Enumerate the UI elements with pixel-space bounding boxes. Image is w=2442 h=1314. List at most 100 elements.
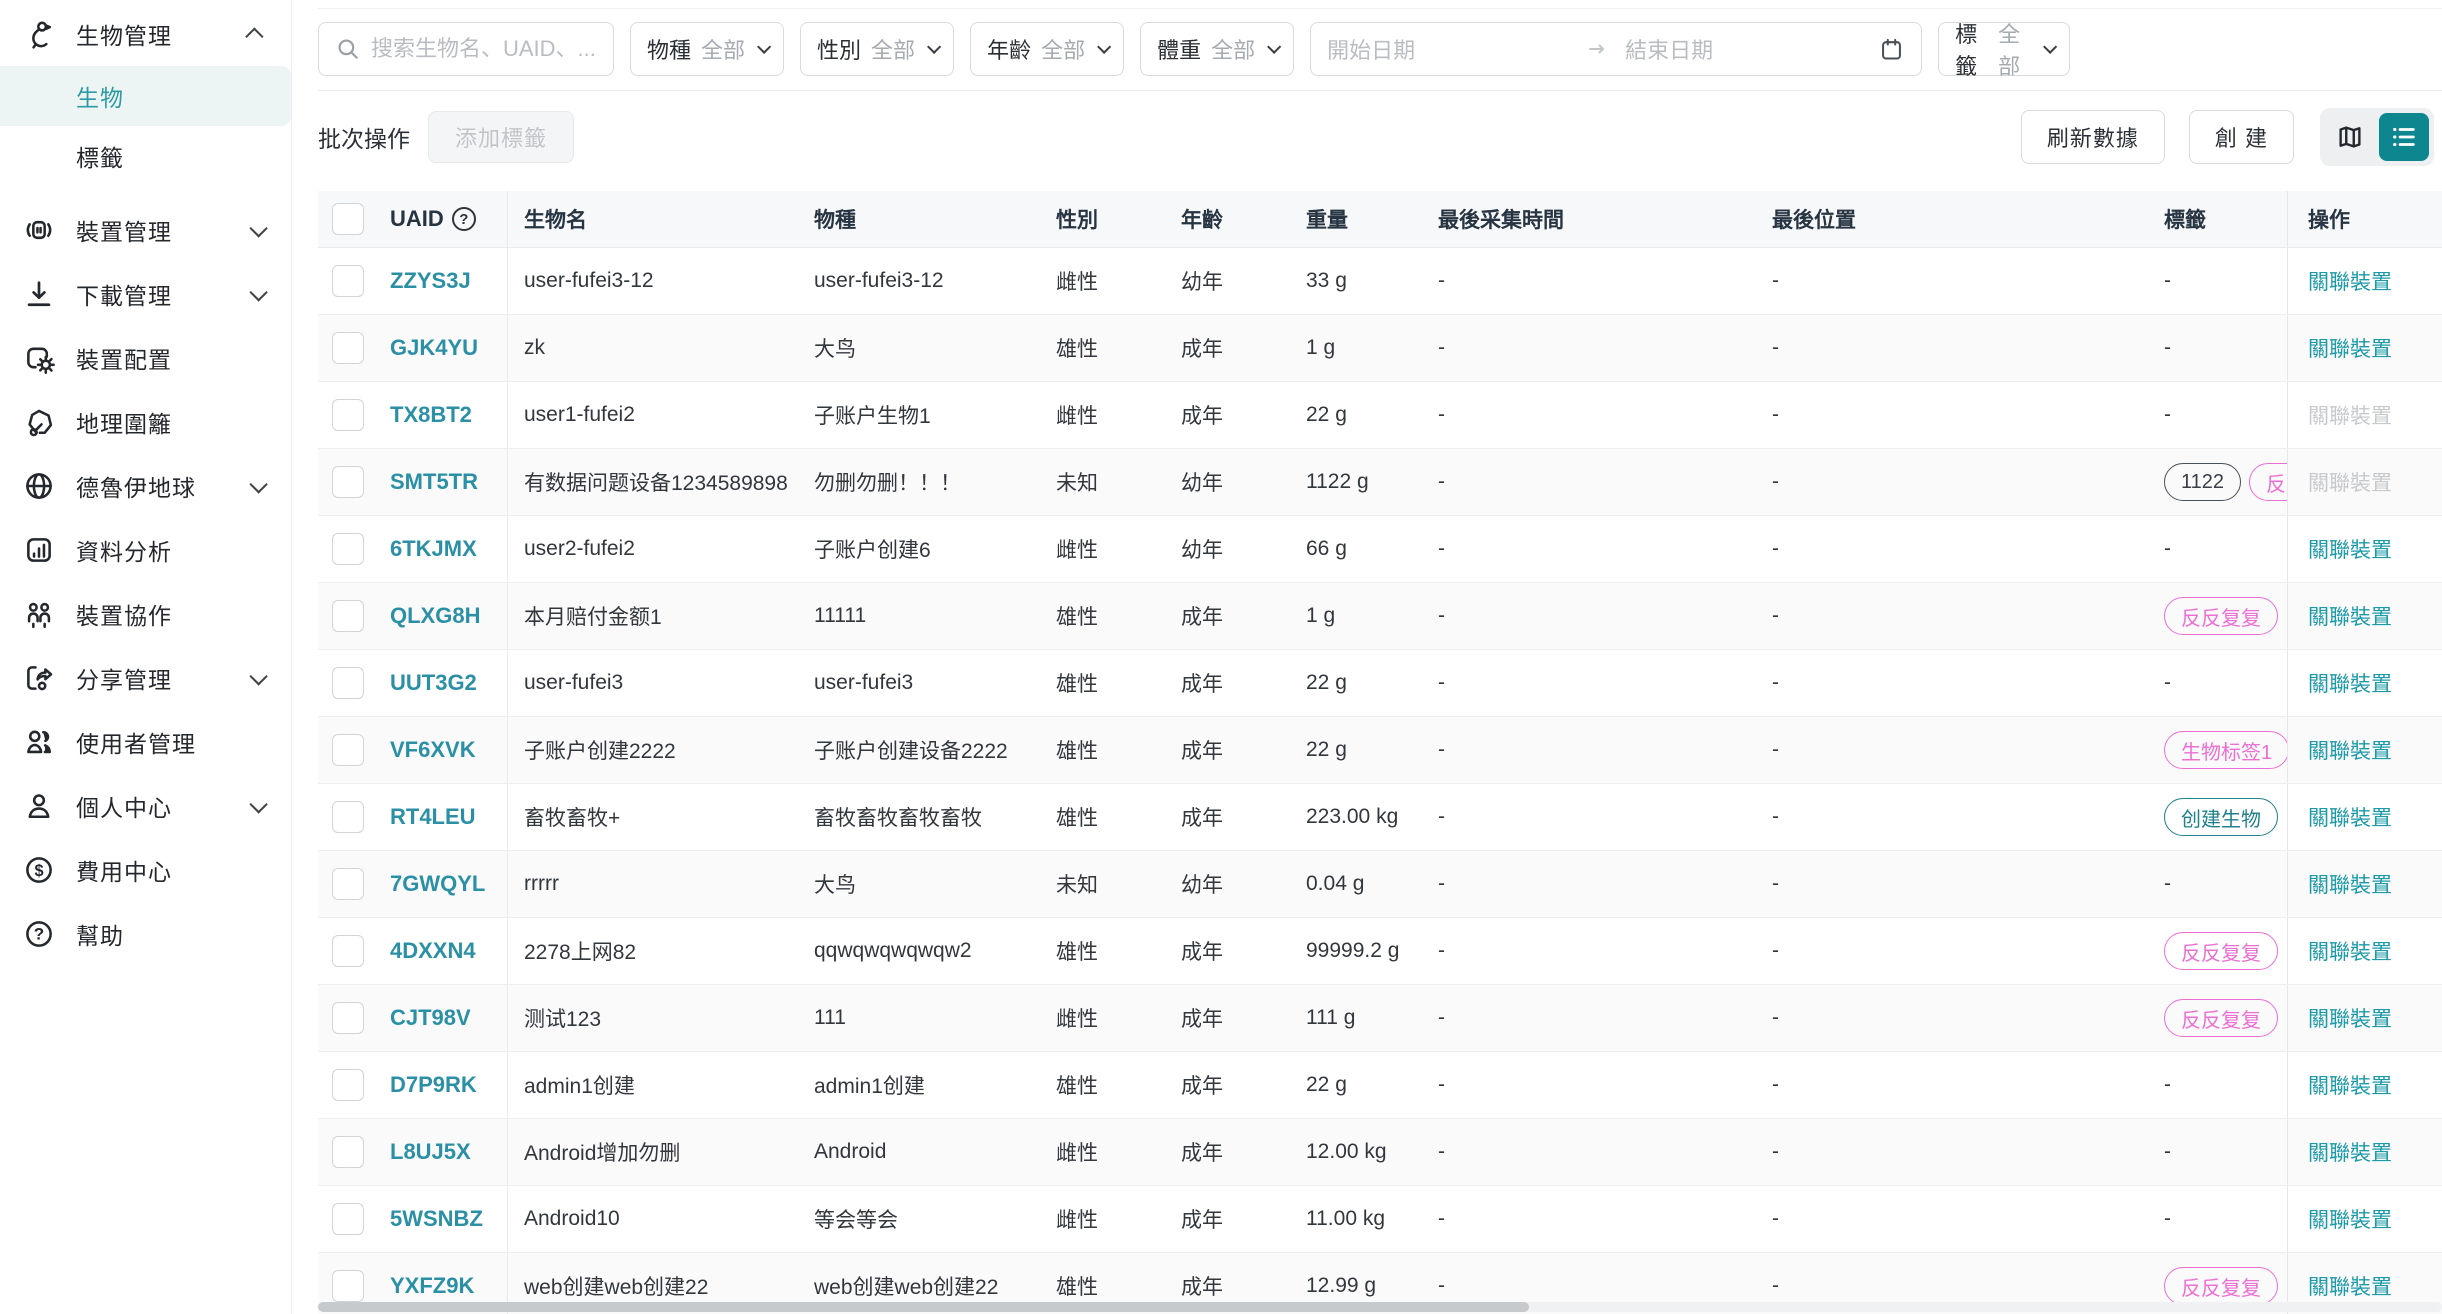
map-view-button[interactable] — [2325, 113, 2375, 161]
sidebar-item[interactable]: ? 幫助 — [0, 902, 291, 966]
row-checkbox[interactable] — [332, 265, 364, 297]
row-checkbox[interactable] — [332, 332, 364, 364]
filter-value: 全部 — [1211, 33, 1255, 65]
associate-device-link[interactable]: 關聯裝置 — [2308, 1204, 2392, 1234]
uaid-link[interactable]: SMT5TR — [382, 449, 508, 515]
associate-device-link[interactable]: 關聯裝置 — [2308, 869, 2392, 899]
associate-device-link[interactable]: 關聯裝置 — [2308, 400, 2392, 430]
associate-device-link[interactable]: 關聯裝置 — [2308, 1137, 2392, 1167]
sidebar-item[interactable]: 個人中心 — [0, 774, 291, 838]
sidebar-item[interactable]: 使用者管理 — [0, 710, 291, 774]
checkbox-cell — [318, 449, 382, 515]
uaid-link[interactable]: GJK4YU — [382, 315, 508, 381]
add-tag-button[interactable]: 添加標籤 — [428, 111, 574, 163]
search-icon — [335, 36, 361, 62]
filter-select[interactable]: 年齡 全部 — [970, 22, 1124, 76]
cell-species: admin1创建 — [798, 1052, 1040, 1118]
sidebar-subitem[interactable]: 生物 — [0, 66, 291, 126]
cell-species: user-fufei3 — [798, 650, 1040, 716]
sidebar-item[interactable]: $ 費用中心 — [0, 838, 291, 902]
row-checkbox[interactable] — [332, 801, 364, 833]
cell-age: 幼年 — [1165, 516, 1290, 582]
row-checkbox[interactable] — [332, 1203, 364, 1235]
action-cell: 關聯裝置 — [2287, 1186, 2442, 1252]
uaid-help-icon[interactable]: ? — [452, 207, 476, 231]
associate-device-link[interactable]: 關聯裝置 — [2308, 936, 2392, 966]
share-icon — [22, 661, 56, 695]
row-checkbox[interactable] — [332, 1002, 364, 1034]
cell-name: 子账户创建2222 — [508, 717, 798, 783]
uaid-link[interactable]: CJT98V — [382, 985, 508, 1051]
filter-select[interactable]: 性別 全部 — [800, 22, 954, 76]
chevron-down-icon — [1267, 40, 1281, 54]
uaid-link[interactable]: QLXG8H — [382, 583, 508, 649]
cell-weight: 11.00 kg — [1290, 1186, 1422, 1252]
uaid-link[interactable]: D7P9RK — [382, 1052, 508, 1118]
cell-species: 大鸟 — [798, 851, 1040, 917]
cell-name: user1-fufei2 — [508, 382, 798, 448]
cell-last-time: - — [1422, 851, 1756, 917]
select-all-checkbox[interactable] — [332, 203, 364, 235]
sidebar-item[interactable]: 裝置協作 — [0, 582, 291, 646]
associate-device-link[interactable]: 關聯裝置 — [2308, 1003, 2392, 1033]
associate-device-link[interactable]: 關聯裝置 — [2308, 266, 2392, 296]
filter-select[interactable]: 物種 全部 — [630, 22, 784, 76]
tags-cell: - — [2146, 516, 2287, 582]
associate-device-link[interactable]: 關聯裝置 — [2308, 534, 2392, 564]
sidebar-item[interactable]: 分享管理 — [0, 646, 291, 710]
uaid-link[interactable]: TX8BT2 — [382, 382, 508, 448]
cell-last-location: - — [1756, 248, 2146, 314]
sidebar-item[interactable]: 地理圍籬 — [0, 390, 291, 454]
sidebar-item[interactable]: 下載管理 — [0, 262, 291, 326]
cell-age: 成年 — [1165, 650, 1290, 716]
sidebar-subitem-label: 標籤 — [76, 139, 124, 173]
row-checkbox[interactable] — [332, 667, 364, 699]
uaid-link[interactable]: 7GWQYL — [382, 851, 508, 917]
cell-last-time: - — [1422, 315, 1756, 381]
row-checkbox[interactable] — [332, 1270, 364, 1302]
row-checkbox[interactable] — [332, 466, 364, 498]
sidebar-item[interactable]: 德魯伊地球 — [0, 454, 291, 518]
associate-device-link[interactable]: 關聯裝置 — [2308, 802, 2392, 832]
uaid-link[interactable]: 6TKJMX — [382, 516, 508, 582]
uaid-link[interactable]: RT4LEU — [382, 784, 508, 850]
tags-cell: - — [2146, 1186, 2287, 1252]
row-checkbox[interactable] — [332, 399, 364, 431]
tag-pill: 反反复复 — [2164, 999, 2278, 1037]
row-checkbox[interactable] — [332, 1136, 364, 1168]
search-input[interactable] — [371, 36, 597, 62]
uaid-link[interactable]: 5WSNBZ — [382, 1186, 508, 1252]
row-checkbox[interactable] — [332, 1069, 364, 1101]
date-range-picker[interactable]: 開始日期 結束日期 — [1310, 22, 1922, 76]
row-checkbox[interactable] — [332, 600, 364, 632]
row-checkbox[interactable] — [332, 868, 364, 900]
sidebar-item[interactable]: 資料分析 — [0, 518, 291, 582]
sidebar-subitem[interactable]: 標籤 — [0, 126, 291, 186]
associate-device-link[interactable]: 關聯裝置 — [2308, 333, 2392, 363]
uaid-link[interactable]: 4DXXN4 — [382, 918, 508, 984]
uaid-link[interactable]: ZZYS3J — [382, 248, 508, 314]
uaid-link[interactable]: UUT3G2 — [382, 650, 508, 716]
scrollbar-thumb[interactable] — [318, 1302, 1529, 1312]
refresh-data-button[interactable]: 刷新數據 — [2021, 110, 2165, 164]
associate-device-link[interactable]: 關聯裝置 — [2308, 467, 2392, 497]
filter-select[interactable]: 體重 全部 — [1140, 22, 1294, 76]
row-checkbox[interactable] — [332, 533, 364, 565]
create-button[interactable]: 創 建 — [2189, 110, 2294, 164]
cell-age: 成年 — [1165, 784, 1290, 850]
uaid-link[interactable]: L8UJ5X — [382, 1119, 508, 1185]
sidebar-item[interactable]: 裝置配置 — [0, 326, 291, 390]
row-checkbox[interactable] — [332, 935, 364, 967]
sidebar-item[interactable]: 生物管理 — [0, 2, 291, 66]
tag-filter-select[interactable]: 標籤 全部 — [1938, 22, 2070, 76]
row-checkbox[interactable] — [332, 734, 364, 766]
sidebar-block: 地理圍籬 — [0, 390, 291, 454]
associate-device-link[interactable]: 關聯裝置 — [2308, 735, 2392, 765]
associate-device-link[interactable]: 關聯裝置 — [2308, 1070, 2392, 1100]
list-view-button[interactable] — [2379, 113, 2429, 161]
sidebar-item[interactable]: 裝置管理 — [0, 198, 291, 262]
uaid-link[interactable]: VF6XVK — [382, 717, 508, 783]
associate-device-link[interactable]: 關聯裝置 — [2308, 668, 2392, 698]
associate-device-link[interactable]: 關聯裝置 — [2308, 601, 2392, 631]
associate-device-link[interactable]: 關聯裝置 — [2308, 1271, 2392, 1301]
